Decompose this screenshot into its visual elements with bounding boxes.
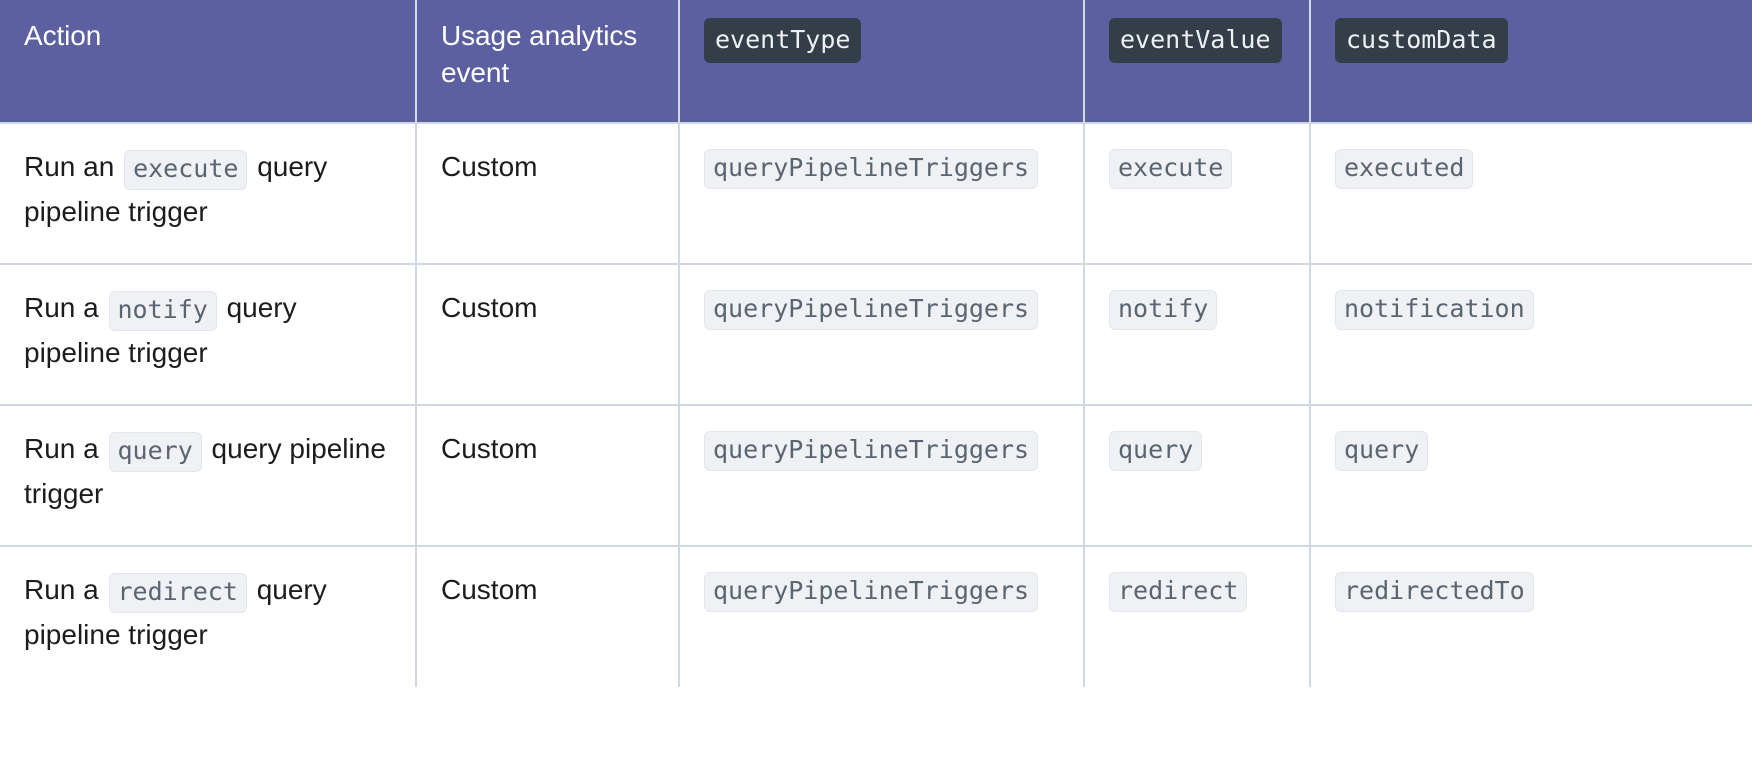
column-header-event-value-code: eventValue bbox=[1109, 18, 1282, 63]
table-row: Run an execute query pipeline trigger Cu… bbox=[0, 123, 1752, 264]
table-row: Run a query query pipeline trigger Custo… bbox=[0, 405, 1752, 546]
cell-event-value: notify bbox=[1084, 264, 1310, 405]
cell-event-value: query bbox=[1084, 405, 1310, 546]
column-header-action: Action bbox=[0, 0, 416, 123]
cell-custom-data: notification bbox=[1310, 264, 1752, 405]
table-row: Run a redirect query pipeline trigger Cu… bbox=[0, 546, 1752, 687]
action-text-before: Run an bbox=[24, 151, 122, 182]
action-code-chip: notify bbox=[109, 291, 217, 331]
cell-action: Run a query query pipeline trigger bbox=[0, 405, 416, 546]
cell-usage-event: Custom bbox=[416, 405, 679, 546]
custom-data-code: notification bbox=[1335, 290, 1534, 330]
cell-event-type: queryPipelineTriggers bbox=[679, 405, 1084, 546]
cell-usage-event: Custom bbox=[416, 546, 679, 687]
table-body: Run an execute query pipeline trigger Cu… bbox=[0, 123, 1752, 687]
usage-analytics-table-container: Action Usage analytics event eventType e… bbox=[0, 0, 1752, 770]
event-value-code: execute bbox=[1109, 149, 1232, 189]
cell-custom-data: executed bbox=[1310, 123, 1752, 264]
action-code-chip: redirect bbox=[109, 573, 247, 613]
event-type-code: queryPipelineTriggers bbox=[704, 572, 1038, 612]
usage-event-value: Custom bbox=[441, 433, 537, 464]
cell-usage-event: Custom bbox=[416, 264, 679, 405]
cell-action: Run a redirect query pipeline trigger bbox=[0, 546, 416, 687]
column-header-usage-event: Usage analytics event bbox=[416, 0, 679, 123]
custom-data-code: redirectedTo bbox=[1335, 572, 1534, 612]
table-row: Run a notify query pipeline trigger Cust… bbox=[0, 264, 1752, 405]
column-header-usage-event-label: Usage analytics event bbox=[441, 18, 654, 92]
event-type-code: queryPipelineTriggers bbox=[704, 149, 1038, 189]
action-code-chip: query bbox=[109, 432, 202, 472]
column-header-event-type-code: eventType bbox=[704, 18, 861, 63]
cell-custom-data: query bbox=[1310, 405, 1752, 546]
cell-event-value: redirect bbox=[1084, 546, 1310, 687]
action-text-before: Run a bbox=[24, 292, 107, 323]
event-value-code: notify bbox=[1109, 290, 1217, 330]
column-header-custom-data-code: customData bbox=[1335, 18, 1508, 63]
action-text-before: Run a bbox=[24, 574, 107, 605]
cell-event-type: queryPipelineTriggers bbox=[679, 264, 1084, 405]
event-type-code: queryPipelineTriggers bbox=[704, 290, 1038, 330]
table-header: Action Usage analytics event eventType e… bbox=[0, 0, 1752, 123]
table-header-row: Action Usage analytics event eventType e… bbox=[0, 0, 1752, 123]
cell-action: Run a notify query pipeline trigger bbox=[0, 264, 416, 405]
action-text-before: Run a bbox=[24, 433, 107, 464]
usage-event-value: Custom bbox=[441, 574, 537, 605]
cell-event-type: queryPipelineTriggers bbox=[679, 123, 1084, 264]
custom-data-code: query bbox=[1335, 431, 1428, 471]
event-value-code: query bbox=[1109, 431, 1202, 471]
column-header-action-label: Action bbox=[24, 18, 391, 55]
event-value-code: redirect bbox=[1109, 572, 1247, 612]
event-type-code: queryPipelineTriggers bbox=[704, 431, 1038, 471]
usage-event-value: Custom bbox=[441, 292, 537, 323]
cell-custom-data: redirectedTo bbox=[1310, 546, 1752, 687]
custom-data-code: executed bbox=[1335, 149, 1473, 189]
column-header-event-type: eventType bbox=[679, 0, 1084, 123]
action-code-chip: execute bbox=[124, 150, 247, 190]
column-header-custom-data: customData bbox=[1310, 0, 1752, 123]
cell-event-type: queryPipelineTriggers bbox=[679, 546, 1084, 687]
cell-event-value: execute bbox=[1084, 123, 1310, 264]
column-header-event-value: eventValue bbox=[1084, 0, 1310, 123]
usage-event-value: Custom bbox=[441, 151, 537, 182]
cell-usage-event: Custom bbox=[416, 123, 679, 264]
cell-action: Run an execute query pipeline trigger bbox=[0, 123, 416, 264]
usage-analytics-table: Action Usage analytics event eventType e… bbox=[0, 0, 1752, 687]
